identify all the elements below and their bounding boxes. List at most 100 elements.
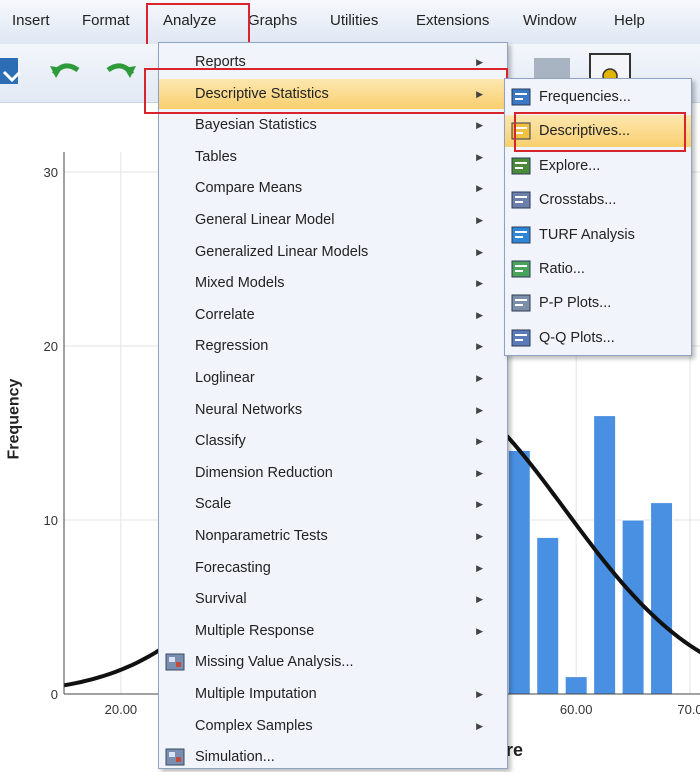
simulation-icon (165, 748, 185, 766)
analyze-item-classify[interactable]: Classify ▶ (159, 426, 507, 456)
submenu-item-label: Q-Q Plots... (539, 329, 615, 346)
crosstabs-icon (511, 191, 531, 209)
submenu-arrow-icon: ▶ (476, 689, 483, 699)
analyze-item-regression[interactable]: Regression ▶ (159, 331, 507, 361)
submenu-arrow-icon: ▶ (476, 215, 483, 225)
submenu-arrow-icon: ▶ (476, 278, 483, 289)
analyze-item-simulation[interactable]: Simulation... (159, 742, 507, 772)
y-tick-label: 10 (44, 513, 58, 528)
y-tick-label: 30 (44, 165, 58, 180)
analyze-item-mixed-models[interactable]: Mixed Models ▶ (159, 268, 507, 298)
analyze-item-loglinear[interactable]: Loglinear ▶ (159, 363, 507, 393)
analyze-item-general-linear-model[interactable]: General Linear Model ▶ (159, 205, 507, 235)
histogram-bar (536, 536, 560, 695)
menu-extensions[interactable]: Extensions (416, 12, 489, 29)
submenu-item-ratio[interactable]: Ratio... (505, 253, 691, 285)
submenu-item-label: Explore... (539, 157, 601, 174)
menu-item-label: Multiple Response (195, 622, 315, 639)
submenu-arrow-icon: ▶ (476, 404, 483, 415)
menu-item-label: Dimension Reduction (195, 464, 333, 481)
analyze-item-survival[interactable]: Survival ▶ (159, 584, 507, 614)
submenu-item-explore[interactable]: Explore... (505, 150, 691, 182)
menu-item-label: Loglinear (195, 370, 255, 386)
submenu-arrow-icon: ▶ (476, 499, 483, 510)
frequencies-icon (511, 88, 531, 106)
missing-value-icon (165, 653, 185, 671)
submenu-item-label: Crosstabs... (539, 192, 617, 209)
menu-item-label: Missing Value Analysis... (195, 654, 354, 671)
menu-item-label: General Linear Model (195, 212, 335, 228)
submenu-item-q-q-plots[interactable]: Q-Q Plots... (505, 322, 691, 354)
submenu-arrow-icon: ▶ (476, 625, 483, 636)
submenu-arrow-icon: ▶ (476, 531, 483, 541)
analyze-menu: Reports ▶ Descriptive Statistics ▶ Bayesian … (158, 42, 508, 769)
export-icon[interactable] (0, 52, 40, 92)
analyze-item-missing-value-analysis[interactable]: Missing Value Analysis... (159, 647, 507, 677)
menu-item-label: Compare Means (195, 180, 303, 197)
menu-graphs[interactable]: Graphs (248, 12, 297, 29)
analyze-item-bayesian-statistics[interactable]: Bayesian Statistics ▶ (159, 110, 507, 140)
submenu-item-label: Frequencies... (539, 89, 631, 105)
analyze-item-tables[interactable]: Tables ▶ (159, 142, 507, 172)
menu-item-label: Simulation... (195, 749, 275, 766)
y-axis-label: Frequency (5, 378, 23, 460)
menu-item-label: Neural Networks (195, 401, 303, 418)
descriptives-highlight (514, 112, 686, 152)
menu-help[interactable]: Help (614, 12, 645, 29)
redo-icon[interactable] (100, 52, 140, 92)
y-tick-label: 20 (44, 339, 58, 354)
histogram-bar (621, 519, 645, 695)
analyze-item-compare-means[interactable]: Compare Means ▶ (159, 173, 507, 203)
y-tick-label: 0 (51, 687, 58, 702)
histogram-bar (564, 676, 588, 695)
menu-item-label: Survival (195, 591, 247, 608)
menu-item-label: Tables (195, 148, 237, 165)
menu-item-label: Scale (195, 496, 232, 513)
x-tick-label: 60.00 (560, 702, 593, 717)
submenu-arrow-icon: ▶ (476, 120, 483, 131)
submenu-item-label: P-P Plots... (539, 295, 612, 312)
submenu-arrow-icon: ▶ (476, 373, 483, 383)
menu-window[interactable]: Window (523, 12, 576, 29)
menu-format[interactable]: Format (82, 12, 130, 29)
y-ticks: 0 10 20 30 (44, 165, 58, 702)
menu-item-label: Regression (195, 338, 269, 355)
undo-icon[interactable] (46, 52, 86, 92)
menu-item-label: Forecasting (195, 559, 271, 576)
histogram-bar (507, 449, 531, 695)
submenu-arrow-icon: ▶ (476, 467, 483, 478)
analyze-item-dimension-reduction[interactable]: Dimension Reduction ▶ (159, 458, 507, 488)
menu-item-label: Mixed Models (195, 275, 285, 292)
submenu-item-crosstabs[interactable]: Crosstabs... (505, 184, 691, 216)
submenu-item-turf-analysis[interactable]: TURF Analysis (505, 219, 691, 251)
submenu-arrow-icon: ▶ (476, 720, 483, 731)
submenu-arrow-icon: ▶ (476, 436, 483, 447)
menu-utilities[interactable]: Utilities (330, 12, 378, 29)
analyze-item-correlate[interactable]: Correlate ▶ (159, 300, 507, 330)
menu-insert[interactable]: Insert (12, 12, 50, 29)
submenu-arrow-icon: ▶ (476, 562, 483, 573)
submenu-arrow-icon: ▶ (476, 309, 483, 320)
submenu-arrow-icon: ▶ (476, 151, 483, 162)
analyze-item-multiple-response[interactable]: Multiple Response ▶ (159, 616, 507, 646)
pp-plots-icon (511, 294, 531, 312)
histogram-bar (650, 502, 674, 695)
analyze-item-generalized-linear-models[interactable]: Generalized Linear Models ▶ (159, 237, 507, 267)
menu-item-label: Complex Samples (195, 717, 313, 734)
analyze-item-complex-samples[interactable]: Complex Samples ▶ (159, 711, 507, 741)
analyze-item-scale[interactable]: Scale ▶ (159, 489, 507, 519)
analyze-item-neural-networks[interactable]: Neural Networks ▶ (159, 395, 507, 425)
menu-item-label: Bayesian Statistics (195, 117, 317, 134)
descriptive-statistics-highlight (144, 68, 508, 114)
qq-plots-icon (511, 329, 531, 347)
submenu-arrow-icon: ▶ (476, 341, 483, 352)
analyze-item-forecasting[interactable]: Forecasting ▶ (159, 553, 507, 583)
ratio-icon (511, 260, 531, 278)
menu-item-label: Nonparametric Tests (195, 528, 328, 544)
submenu-arrow-icon: ▶ (476, 246, 483, 257)
submenu-item-frequencies[interactable]: Frequencies... (505, 81, 691, 113)
turf-icon (511, 226, 531, 244)
analyze-item-nonparametric-tests[interactable]: Nonparametric Tests ▶ (159, 521, 507, 551)
analyze-item-multiple-imputation[interactable]: Multiple Imputation ▶ (159, 679, 507, 709)
submenu-item-p-p-plots[interactable]: P-P Plots... (505, 287, 691, 319)
